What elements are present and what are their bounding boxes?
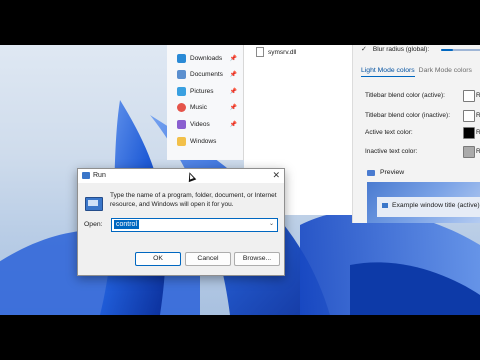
active-text-color-row: Active text color: R: [365, 127, 480, 139]
picture-icon: [177, 86, 186, 96]
row-label: Inactive text color:: [365, 148, 418, 155]
file-item[interactable]: symsrv.dll: [256, 47, 296, 57]
color-swatch[interactable]: [463, 146, 475, 158]
nav-item-label: Pictures: [190, 87, 214, 95]
pin-icon: 📌: [229, 88, 237, 95]
open-label: Open:: [84, 221, 103, 228]
slider-fill: [441, 49, 453, 51]
color-swatch[interactable]: [463, 127, 475, 139]
run-app-icon: [82, 172, 90, 179]
file-name: symsrv.dll: [268, 48, 297, 56]
nav-item-label: Downloads: [190, 54, 223, 62]
check-icon: ✓: [361, 46, 367, 53]
open-input[interactable]: control ⌄: [111, 218, 278, 232]
swatch-tag: R: [476, 129, 480, 136]
video-icon: [177, 119, 186, 129]
pin-icon: 📌: [229, 71, 237, 78]
row-label: Active text color:: [365, 129, 413, 136]
titlebar-active-color-row: Titlebar blend color (active): R: [365, 90, 480, 102]
color-swatch[interactable]: [463, 110, 475, 122]
color-mode-tabs: Light Mode colors Dark Mode colors: [361, 67, 472, 77]
run-description: Type the name of a program, folder, docu…: [110, 192, 277, 208]
preview-image-icon: [367, 169, 375, 176]
preview-window: Example window title (active): [377, 197, 480, 217]
explorer-nav-pane: Downloads 📌 Documents 📌 Pictures 📌 Music…: [167, 45, 244, 160]
nav-item-videos[interactable]: Videos 📌: [177, 117, 241, 131]
pin-icon: 📌: [229, 121, 237, 128]
row-label: Titlebar blend color (active):: [365, 92, 445, 99]
tab-dark-mode-colors[interactable]: Dark Mode colors: [419, 67, 472, 77]
nav-item-label: Windows: [190, 137, 217, 145]
pin-icon: 📌: [229, 55, 237, 62]
inactive-text-color-row: Inactive text color: R: [365, 146, 480, 158]
nav-item-documents[interactable]: Documents 📌: [177, 67, 241, 81]
swatch-tag: R: [476, 112, 480, 119]
nav-item-pictures[interactable]: Pictures 📌: [177, 84, 241, 98]
nav-item-music[interactable]: Music 📌: [177, 100, 241, 114]
blur-radius-row: ✓ Blur radius (global):: [361, 45, 430, 54]
preview-label: Preview: [380, 169, 405, 176]
nav-item-downloads[interactable]: Downloads 📌: [177, 51, 241, 65]
run-dialog: Run ✕ Type the name of a program, folder…: [77, 168, 285, 276]
preview-image: Example window title (active): [367, 182, 480, 223]
nav-item-label: Documents: [190, 70, 223, 78]
run-title: Run: [93, 172, 106, 179]
file-icon: [256, 47, 264, 57]
tab-light-mode-colors[interactable]: Light Mode colors: [361, 67, 415, 77]
open-input-value: control: [114, 220, 140, 229]
desktop: Downloads 📌 Documents 📌 Pictures 📌 Music…: [0, 45, 480, 315]
color-swatch[interactable]: [463, 90, 475, 102]
pin-icon: 📌: [229, 104, 237, 111]
preview-header: Preview: [367, 169, 404, 176]
folder-icon: [177, 136, 186, 146]
download-icon: [177, 53, 186, 63]
preview-window-title-text: Example window title (active): [392, 202, 480, 209]
document-icon: [177, 69, 186, 79]
row-label: Titlebar blend color (inactive):: [365, 112, 451, 119]
music-icon: [177, 102, 186, 112]
swatch-tag: R: [476, 148, 480, 155]
run-program-icon: [85, 197, 103, 211]
swatch-tag: R: [476, 92, 480, 99]
nav-item-windows[interactable]: Windows: [177, 134, 241, 148]
close-icon[interactable]: ✕: [272, 170, 280, 181]
blur-radius-slider[interactable]: [441, 49, 480, 51]
browse-button[interactable]: Browse...: [234, 252, 280, 266]
window-icon: [382, 203, 388, 208]
blur-radius-label: Blur radius (global):: [372, 45, 430, 53]
chevron-down-icon[interactable]: ⌄: [269, 220, 274, 227]
nav-item-label: Music: [190, 103, 207, 111]
cancel-button[interactable]: Cancel: [185, 252, 231, 266]
preview-window-title: Example window title (active): [382, 202, 480, 209]
nav-item-label: Videos: [190, 120, 210, 128]
settings-panel: ✓ Blur radius (global): Light Mode color…: [352, 45, 480, 223]
titlebar-inactive-color-row: Titlebar blend color (inactive): R: [365, 110, 480, 122]
run-titlebar[interactable]: Run ✕: [78, 169, 284, 183]
ok-button[interactable]: OK: [135, 252, 181, 266]
